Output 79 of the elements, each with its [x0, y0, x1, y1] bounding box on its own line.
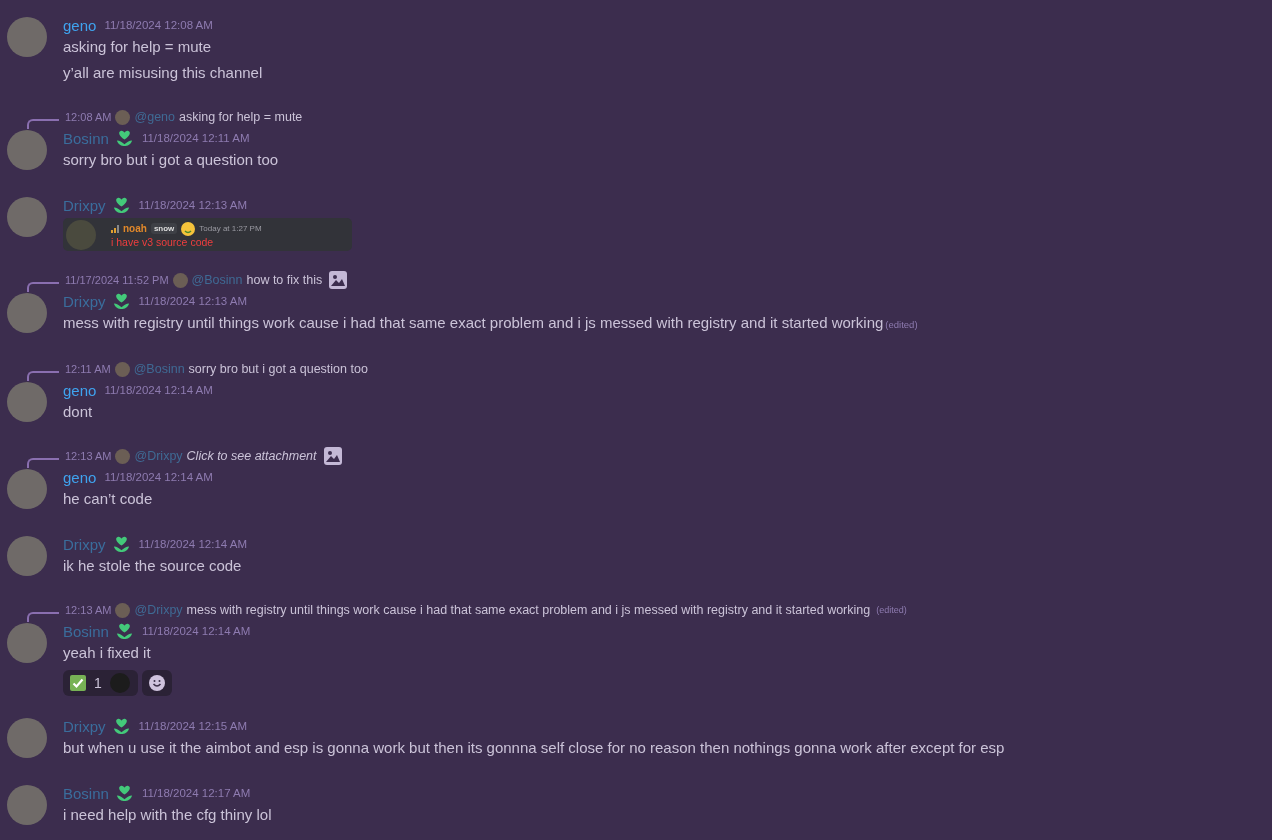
username[interactable]: geno: [63, 16, 97, 34]
avatar[interactable]: [7, 623, 47, 663]
message-text: he can’t code: [63, 490, 153, 507]
timestamp: 11/18/2024 12:14 AM: [104, 471, 213, 483]
message-text: i have v3 source code: [111, 235, 215, 248]
avatar[interactable]: [7, 197, 47, 237]
message-text: asking for help = mute: [63, 38, 211, 55]
timestamp: 11/18/2024 12:11 AM: [141, 132, 250, 144]
forwarded-message-card[interactable]: noah snow Today at 1:27 PM i have v3 source code: [63, 218, 352, 251]
message-text: i need help with the cfg thiny lol: [63, 806, 272, 823]
reply-connector: [27, 371, 59, 381]
reaction-pill[interactable]: 1: [63, 670, 138, 696]
username[interactable]: Drixpy: [63, 717, 106, 735]
clan-tag: snow: [150, 223, 178, 234]
avatar-icon: [115, 109, 131, 125]
signal-icon: [111, 224, 119, 233]
reply-preview-text[interactable]: how to fix this: [246, 273, 323, 287]
reply-preview-text[interactable]: asking for help = mute: [179, 110, 303, 124]
username[interactable]: geno: [63, 381, 97, 399]
username[interactable]: Drixpy: [63, 535, 106, 553]
avatar[interactable]: [7, 17, 47, 57]
message-text: dont: [63, 403, 93, 420]
avatar[interactable]: [7, 293, 47, 333]
reply-timestamp: 12:11 AM: [65, 363, 111, 375]
username[interactable]: Bosinn: [63, 784, 109, 802]
reply-connector: [27, 612, 59, 622]
avatar-icon: [115, 602, 131, 618]
username[interactable]: Bosinn: [63, 622, 109, 640]
username[interactable]: geno: [63, 468, 97, 486]
avatar-icon: [114, 361, 130, 377]
timestamp: 11/18/2024 12:14 AM: [141, 625, 251, 637]
check-mark-icon: [70, 675, 86, 691]
avatar[interactable]: [7, 785, 47, 825]
reply-preview-text[interactable]: Click to see attachment: [186, 449, 317, 463]
message-text: sorry bro but i got a question too: [63, 151, 279, 168]
reply-connector: [27, 458, 59, 468]
timestamp: 11/18/2024 12:13 AM: [138, 199, 247, 211]
reply-connector: [27, 119, 59, 129]
timestamp: 11/18/2024 12:14 AM: [138, 538, 247, 550]
avatar[interactable]: [7, 382, 47, 422]
reply-mention[interactable]: @Drixpy: [134, 603, 183, 617]
reply-timestamp: 12:13 AM: [65, 604, 112, 616]
edited-label: (edited): [876, 605, 907, 615]
message-text: ik he stole the source code: [63, 557, 242, 574]
timestamp: 11/18/2024 12:17 AM: [141, 787, 251, 799]
add-reaction-button[interactable]: [141, 670, 172, 696]
timestamp: 11/18/2024 12:08 AM: [104, 19, 213, 31]
username[interactable]: Drixpy: [63, 196, 106, 214]
username[interactable]: noah: [123, 223, 147, 234]
reply-timestamp: 12:13 AM: [65, 450, 112, 462]
avatar[interactable]: [7, 536, 47, 576]
timestamp: 11/18/2024 12:15 AM: [138, 720, 247, 732]
smiley-icon: [148, 675, 165, 691]
reply-mention[interactable]: @Bosinn: [191, 273, 243, 287]
timestamp: 11/18/2024 12:14 AM: [104, 384, 213, 396]
reply-connector: [27, 282, 59, 292]
reply-mention[interactable]: @Drixpy: [134, 449, 183, 463]
avatar[interactable]: [7, 718, 47, 758]
message-text: y’all are misusing this channel: [63, 64, 263, 81]
avatar-icon: [109, 673, 130, 693]
timestamp: 11/18/2024 12:13 AM: [138, 295, 247, 307]
avatar-icon: [115, 448, 131, 464]
photo-placeholder: [66, 219, 96, 250]
reply-preview-text[interactable]: sorry bro but i got a question too: [188, 362, 368, 376]
message-text: mess with registry until things work cause i had that same exact problem and i js messed with registry and it started working: [63, 314, 884, 331]
edited-label: (edited): [885, 319, 918, 330]
username[interactable]: Drixpy: [63, 292, 106, 310]
avatar[interactable]: [7, 130, 47, 170]
reply-mention[interactable]: @geno: [134, 110, 175, 124]
avatar-icon: [172, 272, 188, 288]
timestamp: Today at 1:27 PM: [199, 224, 262, 233]
reply-mention[interactable]: @Bosinn: [133, 362, 185, 376]
avatar[interactable]: [7, 469, 47, 509]
message-text: yeah i fixed it: [63, 644, 151, 661]
message-text: but when u use it the aimbot and esp is gonna work but then its gonnna self close for no reason then nothings gonna work after except for esp: [63, 739, 1005, 756]
reply-preview-text[interactable]: mess with registry until things work cause i had that same exact problem and i js messed with registry and it started working: [186, 603, 871, 617]
reply-timestamp: 11/17/2024 11:52 PM: [65, 274, 169, 286]
username[interactable]: Bosinn: [63, 129, 109, 147]
reply-timestamp: 12:08 AM: [65, 111, 112, 123]
